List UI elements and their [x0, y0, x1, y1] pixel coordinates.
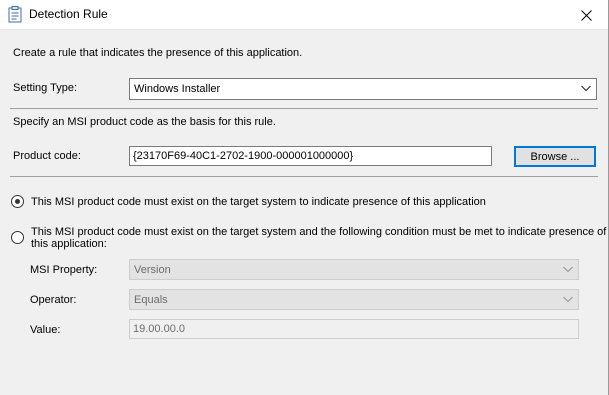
operator-dropdown[interactable]: Equals: [129, 289, 579, 310]
title-bar: Detection Rule: [0, 0, 609, 30]
chevron-down-icon: [563, 266, 573, 273]
value-label: Value:: [30, 324, 61, 336]
separator: [10, 176, 598, 177]
radio-exist-label[interactable]: This MSI product code must exist on the …: [31, 196, 486, 208]
radio-condition-label[interactable]: This MSI product code must exist on the …: [31, 226, 606, 238]
setting-type-dropdown[interactable]: Windows Installer: [129, 78, 597, 100]
chevron-down-icon: [581, 85, 591, 92]
msi-property-value: Version: [134, 264, 171, 276]
intro-text: Create a rule that indicates the presenc…: [13, 47, 303, 59]
radio-condition[interactable]: [11, 231, 24, 244]
form-icon: [8, 6, 22, 23]
product-code-input[interactable]: {23170F69-40C1-2702-1900-000001000000}: [129, 146, 492, 166]
product-code-value: {23170F69-40C1-2702-1900-000001000000}: [133, 150, 354, 162]
operator-label: Operator:: [30, 294, 77, 306]
radio-exist[interactable]: [11, 195, 24, 208]
msi-intro-text: Specify an MSI product code as the basis…: [13, 116, 276, 128]
value-input[interactable]: 19.00.00.0: [129, 319, 579, 339]
browse-button[interactable]: Browse ...: [514, 146, 596, 167]
msi-property-label: MSI Property:: [30, 264, 98, 276]
setting-type-value: Windows Installer: [134, 83, 221, 95]
window-title: Detection Rule: [29, 7, 108, 21]
product-code-label: Product code:: [13, 150, 81, 162]
separator: [10, 108, 598, 109]
radio-selected-dot: [15, 199, 20, 204]
setting-type-label: Setting Type:: [13, 82, 78, 94]
close-button[interactable]: [564, 0, 609, 30]
chevron-down-icon: [563, 296, 573, 303]
browse-button-label: Browse ...: [530, 151, 580, 163]
msi-property-dropdown[interactable]: Version: [129, 259, 579, 280]
close-icon: [581, 9, 592, 21]
value-value: 19.00.00.0: [133, 323, 185, 335]
operator-value: Equals: [134, 294, 168, 306]
radio-condition-label-cont[interactable]: this application:: [31, 238, 107, 250]
